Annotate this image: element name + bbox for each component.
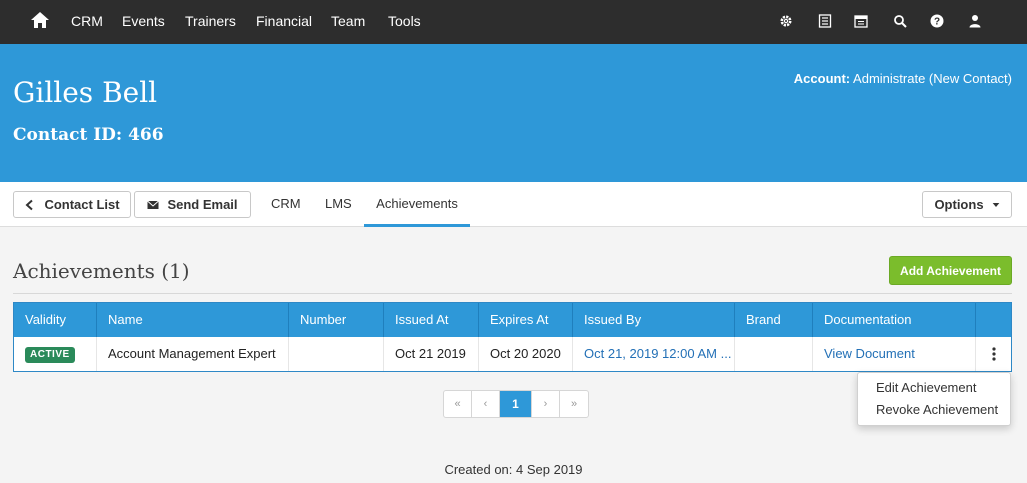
add-achievement-button[interactable]: Add Achievement <box>889 256 1012 285</box>
view-document-link[interactable]: View Document <box>813 337 976 371</box>
column-header[interactable]: Name <box>97 303 289 337</box>
last-page-button[interactable]: » <box>560 391 588 417</box>
issued-at-cell: Oct 21 2019 <box>384 337 479 371</box>
validity-cell: ACTIVE <box>14 337 97 371</box>
expires-at-cell: Oct 20 2020 <box>479 337 573 371</box>
gear-icon[interactable] <box>777 12 795 30</box>
column-header[interactable]: Documentation <box>813 303 976 337</box>
row-actions-button[interactable] <box>976 337 1011 371</box>
home-icon[interactable] <box>30 10 50 30</box>
first-page-button[interactable]: « <box>444 391 472 417</box>
envelope-icon <box>147 200 160 209</box>
search-icon[interactable] <box>891 12 909 30</box>
nav-events[interactable]: Events <box>122 0 165 44</box>
column-header[interactable]: Number <box>289 303 384 337</box>
contact-header: Gilles Bell Contact ID: 466 Account: Adm… <box>0 44 1027 182</box>
table-row: ACTIVE Account Management Expert Oct 21 … <box>14 337 1011 371</box>
name-cell: Account Management Expert <box>97 337 289 371</box>
row-actions-menu: Edit Achievement Revoke Achievement <box>857 372 1011 426</box>
issued-by-link[interactable]: Oct 21, 2019 12:00 AM ... <box>573 337 735 371</box>
column-header[interactable]: Issued By <box>573 303 735 337</box>
help-icon[interactable]: ? <box>928 12 946 30</box>
contact-list-label: Contact List <box>44 197 120 212</box>
account-value: Administrate (New Contact) <box>853 71 1012 86</box>
send-email-label: Send Email <box>167 197 238 212</box>
column-header[interactable]: Validity <box>14 303 97 337</box>
brand-cell <box>735 337 813 371</box>
nav-trainers[interactable]: Trainers <box>185 0 236 44</box>
contact-list-button[interactable]: Contact List <box>13 191 131 218</box>
column-header[interactable]: Expires At <box>479 303 573 337</box>
column-header[interactable]: Brand <box>735 303 813 337</box>
kebab-menu-icon <box>991 347 996 361</box>
edit-achievement-item[interactable]: Edit Achievement <box>876 380 976 395</box>
column-header <box>976 303 1011 337</box>
contact-id: Contact ID: 466 <box>13 125 164 145</box>
options-label: Options <box>934 197 984 212</box>
contact-name: Gilles Bell <box>13 76 158 109</box>
tab-crm[interactable]: CRM <box>271 182 301 227</box>
status-badge: ACTIVE <box>25 346 75 363</box>
prev-page-button[interactable]: ‹ <box>472 391 500 417</box>
column-header[interactable]: Issued At <box>384 303 479 337</box>
revoke-achievement-item[interactable]: Revoke Achievement <box>876 402 998 417</box>
caret-down-icon <box>992 202 999 207</box>
tab-bar: Contact List Send Email CRM LMS Achievem… <box>0 182 1027 227</box>
table-header: Validity Name Number Issued At Expires A… <box>14 303 1011 337</box>
nav-crm[interactable]: CRM <box>71 0 103 44</box>
tab-achievements[interactable]: Achievements <box>364 182 470 227</box>
send-email-button[interactable]: Send Email <box>134 191 251 218</box>
section-divider <box>13 293 1012 294</box>
list-icon[interactable] <box>816 12 834 30</box>
section-title: Achievements (1) <box>13 259 190 283</box>
tab-lms[interactable]: LMS <box>325 182 352 227</box>
nav-tools[interactable]: Tools <box>388 0 421 44</box>
nav-financial[interactable]: Financial <box>256 0 312 44</box>
achievements-table: Validity Name Number Issued At Expires A… <box>13 302 1012 372</box>
calendar-icon[interactable] <box>852 12 870 30</box>
account-label: Account: <box>793 71 851 86</box>
pagination: « ‹ 1 › » <box>443 390 589 418</box>
account-info: Account: Administrate (New Contact) <box>794 71 1012 86</box>
next-page-button[interactable]: › <box>532 391 560 417</box>
current-page-button[interactable]: 1 <box>500 391 532 417</box>
user-icon[interactable] <box>966 12 984 30</box>
number-cell <box>289 337 384 371</box>
created-on-text: Created on: 4 Sep 2019 <box>444 462 583 477</box>
options-button[interactable]: Options <box>922 191 1012 218</box>
nav-team[interactable]: Team <box>331 0 365 44</box>
svg-text:?: ? <box>934 17 940 28</box>
top-navbar: CRM Events Trainers Financial Team Tools… <box>0 0 1027 44</box>
chevron-left-icon <box>25 199 34 210</box>
